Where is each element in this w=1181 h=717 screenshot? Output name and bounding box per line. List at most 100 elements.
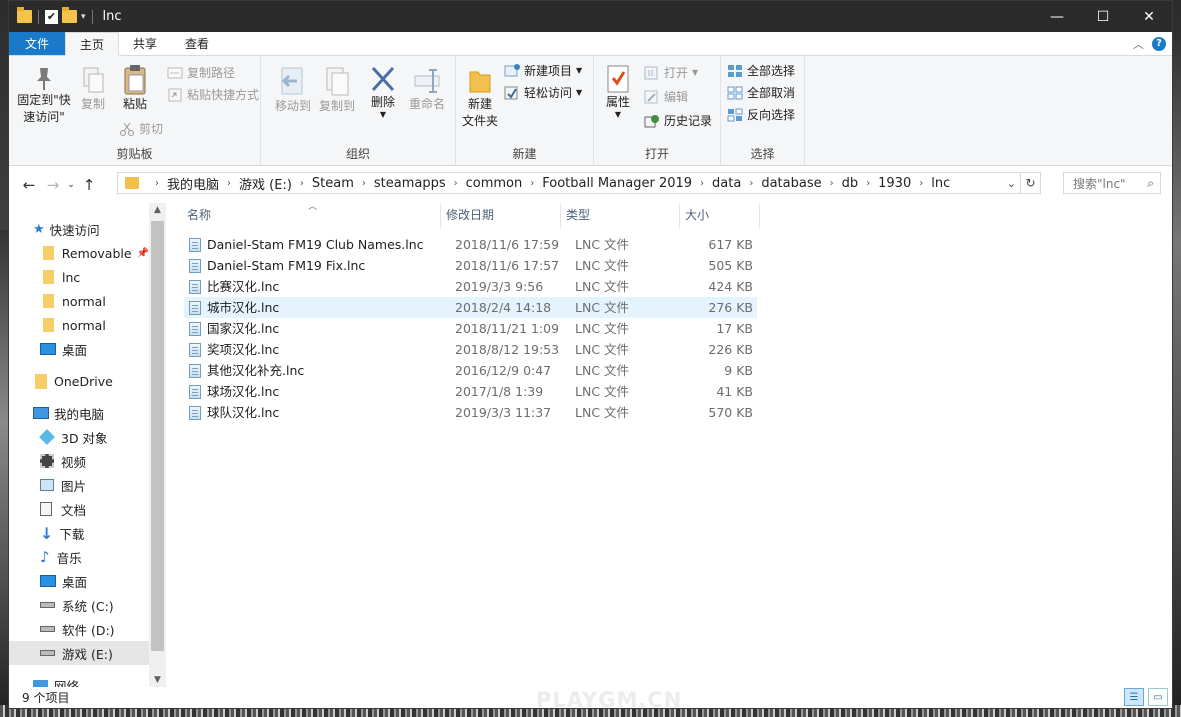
file-row[interactable]: 其他汉化补充.lnc 2016/12/9 0:47 LNC 文件 9 KB: [184, 360, 757, 381]
breadcrumb-chevron-icon[interactable]: ›: [300, 178, 304, 189]
breadcrumb-chevron-icon[interactable]: ›: [866, 178, 870, 189]
file-row[interactable]: 城市汉化.lnc 2018/2/4 14:18 LNC 文件 276 KB: [184, 297, 757, 318]
easy-access-button[interactable]: 轻松访问 ▼: [504, 84, 582, 101]
new-item-button[interactable]: 新建项目 ▼: [504, 62, 582, 79]
breadcrumb-chevron-icon[interactable]: ›: [749, 178, 753, 189]
breadcrumb-item[interactable]: Steam: [312, 176, 354, 191]
nav-item-drive-e[interactable]: 游戏 (E:): [9, 641, 149, 665]
tab-view[interactable]: 查看: [171, 32, 223, 55]
file-row[interactable]: 奖项汉化.lnc 2018/8/12 19:53 LNC 文件 226 KB: [184, 339, 757, 360]
select-none-button[interactable]: 全部取消: [727, 84, 795, 101]
scroll-up-arrow-icon[interactable]: ▲: [149, 205, 166, 215]
breadcrumb-item[interactable]: 游戏 (E:): [239, 174, 292, 193]
cut-button[interactable]: 剪切: [119, 120, 163, 137]
file-row[interactable]: 球场汉化.lnc 2017/1/8 1:39 LNC 文件 41 KB: [184, 381, 757, 402]
nav-item-videos[interactable]: 视频: [9, 449, 149, 473]
nav-item-lnc[interactable]: lnc: [9, 265, 149, 289]
new-folder-icon[interactable]: [62, 7, 77, 23]
tab-file[interactable]: 文件: [9, 32, 65, 55]
nav-item-downloads[interactable]: ↓ 下载: [9, 521, 149, 545]
back-arrow-icon[interactable]: ←: [17, 176, 41, 194]
minimize-button[interactable]: —: [1034, 1, 1080, 32]
nav-item-normal[interactable]: normal: [9, 289, 149, 313]
breadcrumb-item[interactable]: database: [761, 176, 821, 191]
breadcrumb-item[interactable]: 1930: [878, 176, 911, 191]
column-header-name[interactable]: 名称: [182, 203, 441, 229]
properties-icon[interactable]: ✔: [45, 9, 58, 24]
breadcrumb-item[interactable]: 我的电脑: [167, 174, 219, 193]
breadcrumb-chevron-icon[interactable]: ›: [362, 178, 366, 189]
breadcrumb-item[interactable]: Football Manager 2019: [542, 176, 692, 191]
breadcrumb-chevron-icon[interactable]: ›: [530, 178, 534, 189]
search-input[interactable]: 搜索"lnc" ⌕: [1063, 172, 1161, 194]
nav-this-pc[interactable]: 我的电脑: [9, 401, 149, 425]
search-icon[interactable]: ⌕: [1147, 176, 1160, 191]
new-folder-button[interactable]: 新建 文件夹: [460, 64, 500, 130]
up-arrow-icon[interactable]: ↑: [77, 176, 101, 194]
help-icon[interactable]: ?: [1152, 36, 1166, 51]
delete-dropdown-icon[interactable]: ▼: [380, 111, 386, 119]
address-bar[interactable]: › 我的电脑 › 游戏 (E:) › Steam › steamapps › commo…: [117, 172, 1041, 194]
breadcrumb-chevron-icon[interactable]: ›: [454, 178, 458, 189]
breadcrumb-chevron-icon[interactable]: ›: [830, 178, 834, 189]
nav-item-music[interactable]: ♪ 音乐: [9, 545, 149, 569]
nav-item-documents[interactable]: 文档: [9, 497, 149, 521]
move-to-button[interactable]: 移动到: [273, 66, 313, 115]
nav-item-normal[interactable]: normal: [9, 313, 149, 337]
breadcrumb-item[interactable]: db: [842, 176, 859, 191]
file-row[interactable]: Daniel-Stam FM19 Club Names.lnc 2018/11/6…: [184, 234, 757, 255]
rename-button[interactable]: 重命名: [404, 66, 450, 113]
nav-item-removable[interactable]: Removable 📌: [9, 241, 149, 265]
select-all-button[interactable]: 全部选择: [727, 62, 795, 79]
nav-item-3d-objects[interactable]: 3D 对象: [9, 425, 149, 449]
delete-button[interactable]: 删除 ▼: [365, 64, 401, 119]
large-icons-view-icon[interactable]: ▭: [1148, 688, 1168, 706]
invert-selection-button[interactable]: 反向选择: [727, 106, 795, 123]
open-button[interactable]: 打开 ▼: [644, 64, 698, 81]
paste-button[interactable]: 粘贴: [115, 64, 155, 113]
close-button[interactable]: ✕: [1126, 1, 1172, 32]
breadcrumb-chevron-icon[interactable]: ›: [155, 178, 159, 189]
nav-item-drive-c[interactable]: 系统 (C:): [9, 593, 149, 617]
paste-shortcut-button[interactable]: 粘贴快捷方式: [167, 86, 259, 103]
breadcrumb-item[interactable]: common: [466, 176, 523, 191]
forward-arrow-icon[interactable]: →: [41, 176, 65, 194]
scroll-down-arrow-icon[interactable]: ▼: [149, 675, 166, 685]
nav-item-desktop[interactable]: 桌面: [9, 337, 149, 361]
breadcrumb-chevron-icon[interactable]: ›: [700, 178, 704, 189]
details-view-icon[interactable]: ☰: [1124, 688, 1144, 706]
column-header-date[interactable]: 修改日期: [441, 203, 561, 229]
customize-toolbar-dropdown-icon[interactable]: ▾: [81, 12, 86, 22]
column-header-size[interactable]: 大小: [680, 203, 760, 229]
properties-button[interactable]: 属性 ▼: [600, 64, 636, 119]
recent-locations-chevron-icon[interactable]: ⌄: [65, 180, 77, 190]
properties-dropdown-icon[interactable]: ▼: [615, 111, 621, 119]
scrollbar-thumb[interactable]: [151, 221, 164, 651]
pin-to-quick-access-button[interactable]: 固定到"快 速访问": [13, 66, 75, 126]
nav-network[interactable]: 网络: [9, 673, 149, 687]
nav-quick-access[interactable]: ★ 快速访问: [9, 217, 149, 241]
tab-share[interactable]: 共享: [119, 32, 171, 55]
breadcrumb-item[interactable]: data: [712, 176, 741, 191]
file-row[interactable]: 国家汉化.lnc 2018/11/21 1:09 LNC 文件 17 KB: [184, 318, 757, 339]
pin-icon[interactable]: 📌: [137, 248, 149, 259]
file-row[interactable]: Daniel-Stam FM19 Fix.lnc 2018/11/6 17:57 L…: [184, 255, 757, 276]
breadcrumb-chevron-icon[interactable]: ›: [227, 178, 231, 189]
nav-item-drive-d[interactable]: 软件 (D:): [9, 617, 149, 641]
breadcrumb-item[interactable]: lnc: [931, 176, 950, 191]
copy-to-button[interactable]: 复制到: [317, 66, 357, 115]
refresh-icon[interactable]: ↻: [1020, 173, 1040, 193]
nav-item-desktop[interactable]: 桌面: [9, 569, 149, 593]
tab-home[interactable]: 主页: [65, 32, 120, 56]
copy-button[interactable]: 复制: [76, 66, 110, 113]
breadcrumb-chevron-icon[interactable]: ›: [919, 178, 923, 189]
edit-button[interactable]: 编辑: [644, 88, 688, 105]
copy-path-button[interactable]: 复制路径: [167, 64, 235, 81]
column-header-type[interactable]: 类型: [561, 203, 680, 229]
maximize-button[interactable]: ☐: [1080, 1, 1126, 32]
collapse-ribbon-chevron-icon[interactable]: ︿: [1133, 36, 1144, 52]
file-row[interactable]: 比赛汉化.lnc 2019/3/3 9:56 LNC 文件 424 KB: [184, 276, 757, 297]
nav-onedrive[interactable]: OneDrive: [9, 369, 149, 393]
file-row[interactable]: 球队汉化.lnc 2019/3/3 11:37 LNC 文件 570 KB: [184, 402, 757, 423]
history-button[interactable]: 历史记录: [644, 112, 712, 129]
